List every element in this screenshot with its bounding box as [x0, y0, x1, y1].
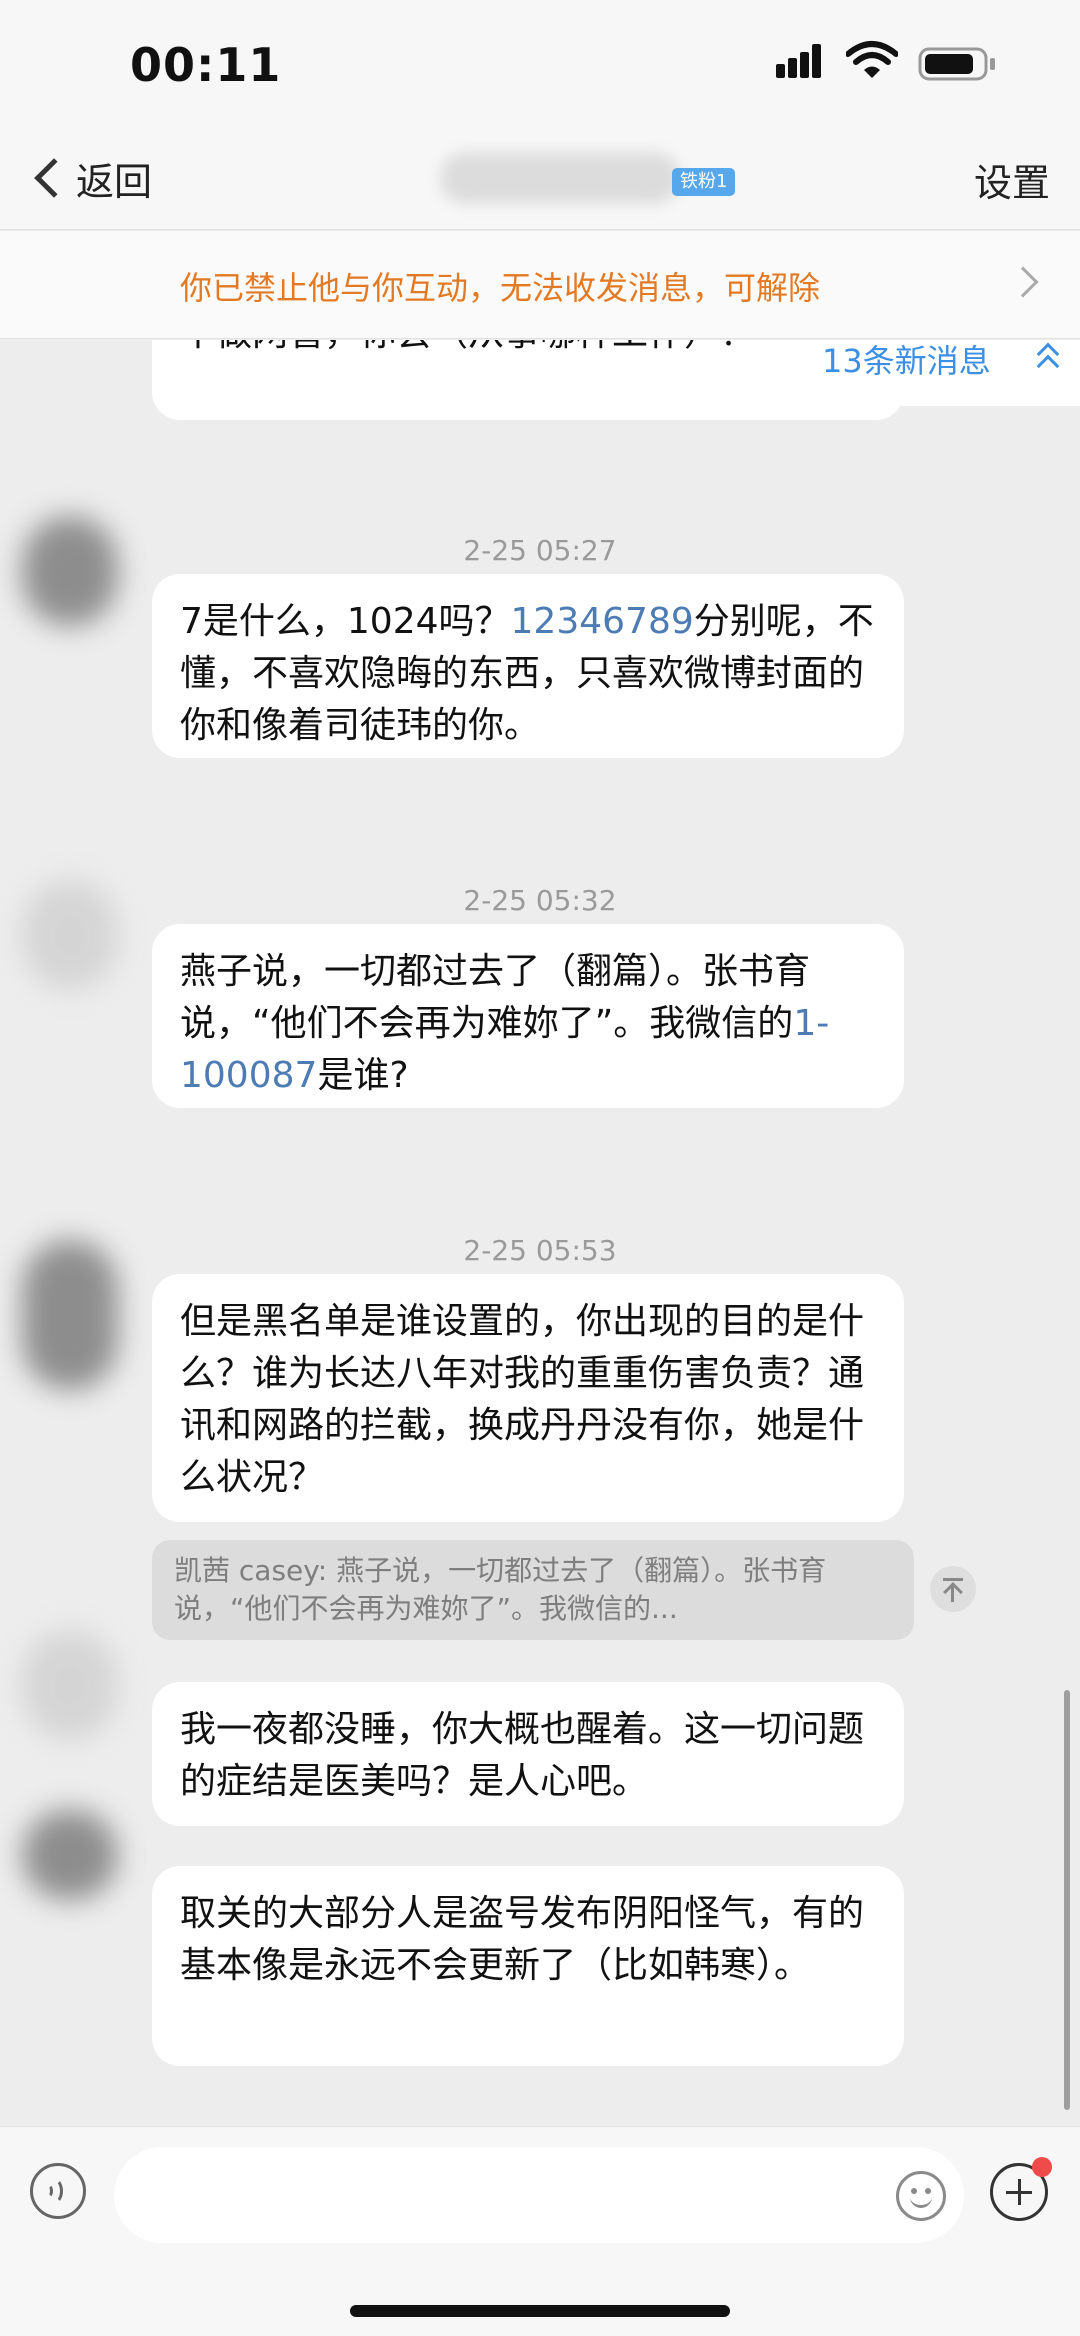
battery-icon [918, 47, 995, 81]
message-bubble[interactable]: 我一夜都没睡，你大概也醒着。这一切问题的症结是医美吗？是人心吧。 [152, 1682, 904, 1826]
jump-to-top-icon[interactable] [930, 1566, 976, 1612]
back-button[interactable]: 返回 [26, 148, 152, 208]
avatar[interactable] [22, 1630, 118, 1740]
new-messages-button[interactable]: 13条新消息 [786, 340, 1080, 406]
voice-icon[interactable] [30, 2163, 86, 2219]
message-input[interactable] [114, 2147, 964, 2243]
message-text: 取关的大部分人是盗号发布阴阳怪气，有的基本像是永远不会更新了（比如韩寒）。 [180, 1893, 865, 1986]
chat-area[interactable]: 不做网管，你会（从事哪种工作）？ 13条新消息 2-25 05:27 7是什么，… [0, 340, 1080, 2125]
status-time: 00:11 [130, 38, 282, 92]
status-bar: 00:11 [0, 0, 1080, 130]
message-bubble[interactable]: 燕子说，一切都过去了（翻篇）。张书育说，“他们不会再为难妳了”。我微信的1-10… [152, 924, 904, 1108]
new-messages-label: 13条新消息 [822, 342, 991, 380]
home-indicator [350, 2305, 730, 2317]
quoted-reply[interactable]: 凯茜 casey: 燕子说，一切都过去了（翻篇）。张书育说，“他们不会再为难妳了… [152, 1540, 914, 1640]
message-text: 7是什么，1024吗？ [180, 601, 511, 642]
input-bar [0, 2126, 1080, 2336]
message-timestamp: 2-25 05:27 [463, 534, 617, 567]
message-timestamp: 2-25 05:32 [463, 884, 617, 917]
avatar[interactable] [22, 880, 118, 990]
block-notice-text: 你已禁止他与你互动，无法收发消息，可解除 [180, 269, 821, 307]
message-link[interactable]: 12346789 [511, 601, 694, 642]
message-timestamp: 2-25 05:53 [463, 1234, 617, 1267]
avatar[interactable] [22, 516, 118, 626]
message-text: 燕子说，一切都过去了（翻篇）。张书育说，“他们不会再为难妳了”。我微信的 [180, 951, 811, 1044]
message-text: 是谁? [317, 1055, 409, 1096]
avatar[interactable] [22, 1810, 118, 1900]
avatar[interactable] [22, 1240, 118, 1390]
contact-name-area[interactable]: 铁粉1 [420, 146, 740, 210]
notification-dot [1032, 2157, 1052, 2177]
block-notice-banner[interactable]: 你已禁止他与你互动，无法收发消息，可解除 [0, 231, 1080, 339]
message-text: 但是黑名单是谁设置的，你出现的目的是什么？谁为长达八年对我的重重伤害负责？通讯和… [180, 1301, 865, 1498]
message-text: 我一夜都没睡，你大概也醒着。这一切问题的症结是医美吗？是人心吧。 [180, 1709, 865, 1802]
scrollbar[interactable] [1064, 1690, 1070, 2110]
message-bubble[interactable]: 7是什么，1024吗？12346789分别呢，不懂，不喜欢隐晦的东西，只喜欢微博… [152, 574, 904, 758]
double-chevron-up-icon [1036, 340, 1062, 378]
chevron-left-icon [34, 158, 74, 198]
message-bubble[interactable]: 取关的大部分人是盗号发布阴阳怪气，有的基本像是永远不会更新了（比如韩寒）。 [152, 1866, 904, 2066]
quoted-reply-text: 凯茜 casey: 燕子说，一切都过去了（翻篇）。张书育说，“他们不会再为难妳了… [174, 1554, 827, 1625]
back-label: 返回 [76, 159, 153, 204]
emoji-icon[interactable] [896, 2171, 946, 2221]
nav-bar: 返回 铁粉1 设置 [0, 130, 1080, 230]
message-text: 不做网管，你会（从事哪种工作）？ [180, 340, 756, 360]
signal-icon [776, 42, 832, 78]
message-bubble[interactable]: 但是黑名单是谁设置的，你出现的目的是什么？谁为长达八年对我的重重伤害负责？通讯和… [152, 1274, 904, 1522]
fan-badge: 铁粉1 [672, 168, 736, 196]
wifi-icon [846, 41, 898, 78]
settings-button[interactable]: 设置 [974, 152, 1050, 207]
chevron-right-icon [1007, 266, 1039, 298]
contact-name-redacted [440, 152, 680, 204]
